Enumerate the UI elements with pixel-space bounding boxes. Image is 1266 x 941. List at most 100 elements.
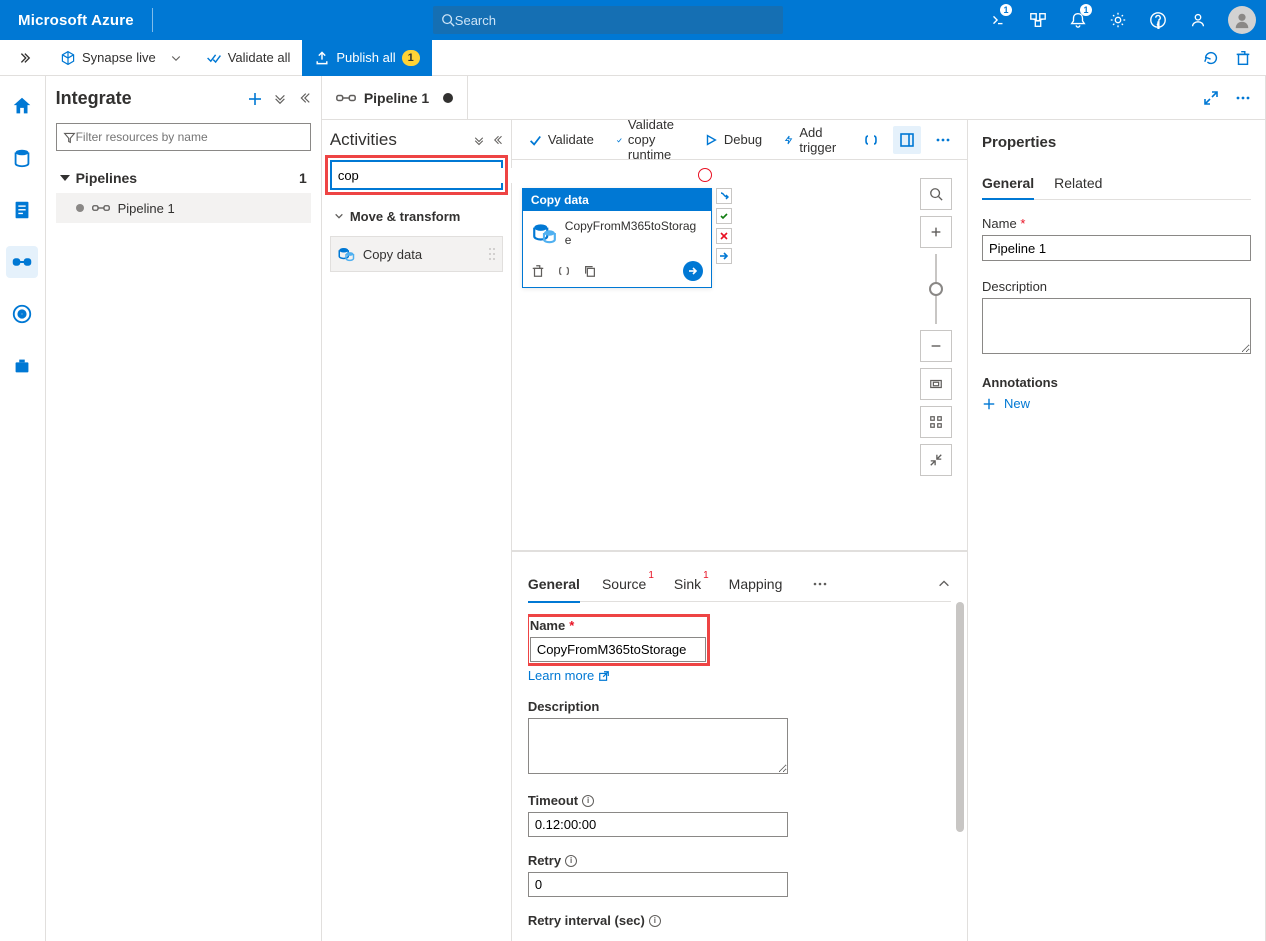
description-label: Description xyxy=(528,699,600,714)
zoom-knob[interactable] xyxy=(929,282,943,296)
chevron-down-icon xyxy=(170,52,182,64)
rail-integrate[interactable] xyxy=(6,246,38,278)
maximize-icon[interactable] xyxy=(1203,90,1219,106)
play-icon xyxy=(704,133,718,147)
azure-brand[interactable]: Microsoft Azure xyxy=(0,12,152,29)
caret-down-icon xyxy=(60,173,70,183)
cloud-shell-icon[interactable]: 1 xyxy=(978,0,1018,40)
copy-data-node[interactable]: Copy data CopyFromM365toStorage xyxy=(522,188,712,288)
pipeline-description-input[interactable] xyxy=(982,298,1251,354)
details-tab-general[interactable]: General xyxy=(528,566,580,602)
learn-more-link[interactable]: Learn more xyxy=(528,668,610,683)
collapse-panel-icon[interactable] xyxy=(491,134,503,146)
tree-item-pipeline1[interactable]: Pipeline 1 xyxy=(56,193,311,223)
validate-button[interactable]: Validate xyxy=(528,132,594,147)
auto-layout-icon[interactable] xyxy=(920,406,952,438)
port-fail[interactable] xyxy=(716,228,732,244)
expand-all-icon[interactable] xyxy=(273,91,287,105)
clone-icon[interactable] xyxy=(583,264,597,278)
rail-home[interactable] xyxy=(6,90,38,122)
activities-search[interactable] xyxy=(330,160,503,190)
required-mark: * xyxy=(569,618,574,633)
delete-icon[interactable] xyxy=(1234,49,1252,67)
user-avatar[interactable] xyxy=(1228,6,1256,34)
details-scrollbar[interactable] xyxy=(955,602,965,922)
sink-badge: 1 xyxy=(703,570,709,581)
feedback-icon[interactable] xyxy=(1178,0,1218,40)
drag-handle-icon[interactable] xyxy=(488,247,496,261)
filter-input[interactable] xyxy=(76,130,304,144)
minimize-icon[interactable] xyxy=(920,444,952,476)
port-skip[interactable] xyxy=(716,188,732,204)
name-label: Name xyxy=(530,618,565,633)
tree-group-count: 1 xyxy=(299,170,307,186)
more-icon[interactable] xyxy=(812,576,828,592)
pipeline-canvas[interactable]: Copy data CopyFromM365toStorage xyxy=(512,160,967,551)
settings-icon[interactable] xyxy=(1098,0,1138,40)
add-icon[interactable] xyxy=(247,91,263,107)
add-trigger-label: Add trigger xyxy=(799,125,841,155)
zoom-search-icon[interactable] xyxy=(920,178,952,210)
info-icon[interactable]: i xyxy=(582,795,594,807)
expand-rail-icon[interactable] xyxy=(0,51,48,65)
retry-input[interactable] xyxy=(528,872,788,897)
collapse-panel-icon[interactable] xyxy=(297,91,311,105)
tree-group-pipelines[interactable]: Pipelines 1 xyxy=(56,163,311,193)
rail-manage[interactable] xyxy=(6,350,38,382)
details-tab-mapping[interactable]: Mapping xyxy=(729,566,783,602)
info-icon[interactable]: i xyxy=(565,855,577,867)
collapse-details-icon[interactable] xyxy=(937,577,951,591)
zoom-slider[interactable] xyxy=(935,254,937,324)
port-completion[interactable] xyxy=(716,248,732,264)
code-icon[interactable] xyxy=(557,264,571,278)
activity-group-move-transform[interactable]: Move & transform xyxy=(330,202,503,230)
properties-tab-general[interactable]: General xyxy=(982,167,1034,199)
port-success[interactable] xyxy=(716,208,732,224)
top-right-icons: 1 1 xyxy=(978,0,1266,40)
activity-description-input[interactable] xyxy=(528,718,788,774)
pipeline-icon xyxy=(336,91,356,105)
editor-tabbar: Pipeline 1 xyxy=(322,76,1265,120)
refresh-icon[interactable] xyxy=(1202,49,1220,67)
code-icon[interactable] xyxy=(863,132,879,148)
validate-all-button[interactable]: Validate all xyxy=(194,40,303,76)
delete-icon[interactable] xyxy=(531,264,545,278)
activities-search-input[interactable] xyxy=(338,168,514,183)
more-icon[interactable] xyxy=(1235,90,1251,106)
canvas-wrap: Validate Validate copy runtime Debug Add… xyxy=(512,120,967,941)
run-node-icon[interactable] xyxy=(683,261,703,281)
notifications-icon[interactable]: 1 xyxy=(1058,0,1098,40)
properties-tab-related[interactable]: Related xyxy=(1054,167,1102,199)
details-tab-source[interactable]: Source1 xyxy=(602,566,652,602)
add-trigger-button[interactable]: Add trigger xyxy=(784,125,841,155)
details-tab-sink[interactable]: Sink1 xyxy=(674,566,707,602)
rail-develop[interactable] xyxy=(6,194,38,226)
activity-name-input[interactable] xyxy=(530,637,706,662)
expand-all-icon[interactable] xyxy=(473,134,485,146)
add-annotation-button[interactable]: New xyxy=(982,396,1251,411)
rail-monitor[interactable] xyxy=(6,298,38,330)
timeout-input[interactable] xyxy=(528,812,788,837)
validate-copy-runtime-button[interactable]: Validate copy runtime xyxy=(616,117,682,162)
info-icon[interactable]: i xyxy=(649,915,661,927)
zoom-out-icon[interactable] xyxy=(920,330,952,362)
global-search-input[interactable] xyxy=(455,13,775,28)
directory-icon[interactable] xyxy=(1018,0,1058,40)
node-ports xyxy=(716,188,732,264)
integrate-title: Integrate xyxy=(56,88,132,109)
fit-screen-icon[interactable] xyxy=(920,368,952,400)
node-actions xyxy=(523,255,711,287)
zoom-in-icon[interactable] xyxy=(920,216,952,248)
publish-all-button[interactable]: Publish all 1 xyxy=(302,40,431,76)
more-icon[interactable] xyxy=(935,132,951,148)
tab-pipeline1[interactable]: Pipeline 1 xyxy=(322,76,468,120)
help-icon[interactable] xyxy=(1138,0,1178,40)
filter-resources[interactable] xyxy=(56,123,311,151)
activity-item-copy-data[interactable]: Copy data xyxy=(330,236,503,272)
debug-button[interactable]: Debug xyxy=(704,132,762,147)
rail-data[interactable] xyxy=(6,142,38,174)
properties-toggle-icon[interactable] xyxy=(893,126,921,154)
synapse-live-dropdown[interactable]: Synapse live xyxy=(48,40,194,76)
global-search[interactable] xyxy=(433,6,783,34)
pipeline-name-input[interactable] xyxy=(982,235,1251,261)
